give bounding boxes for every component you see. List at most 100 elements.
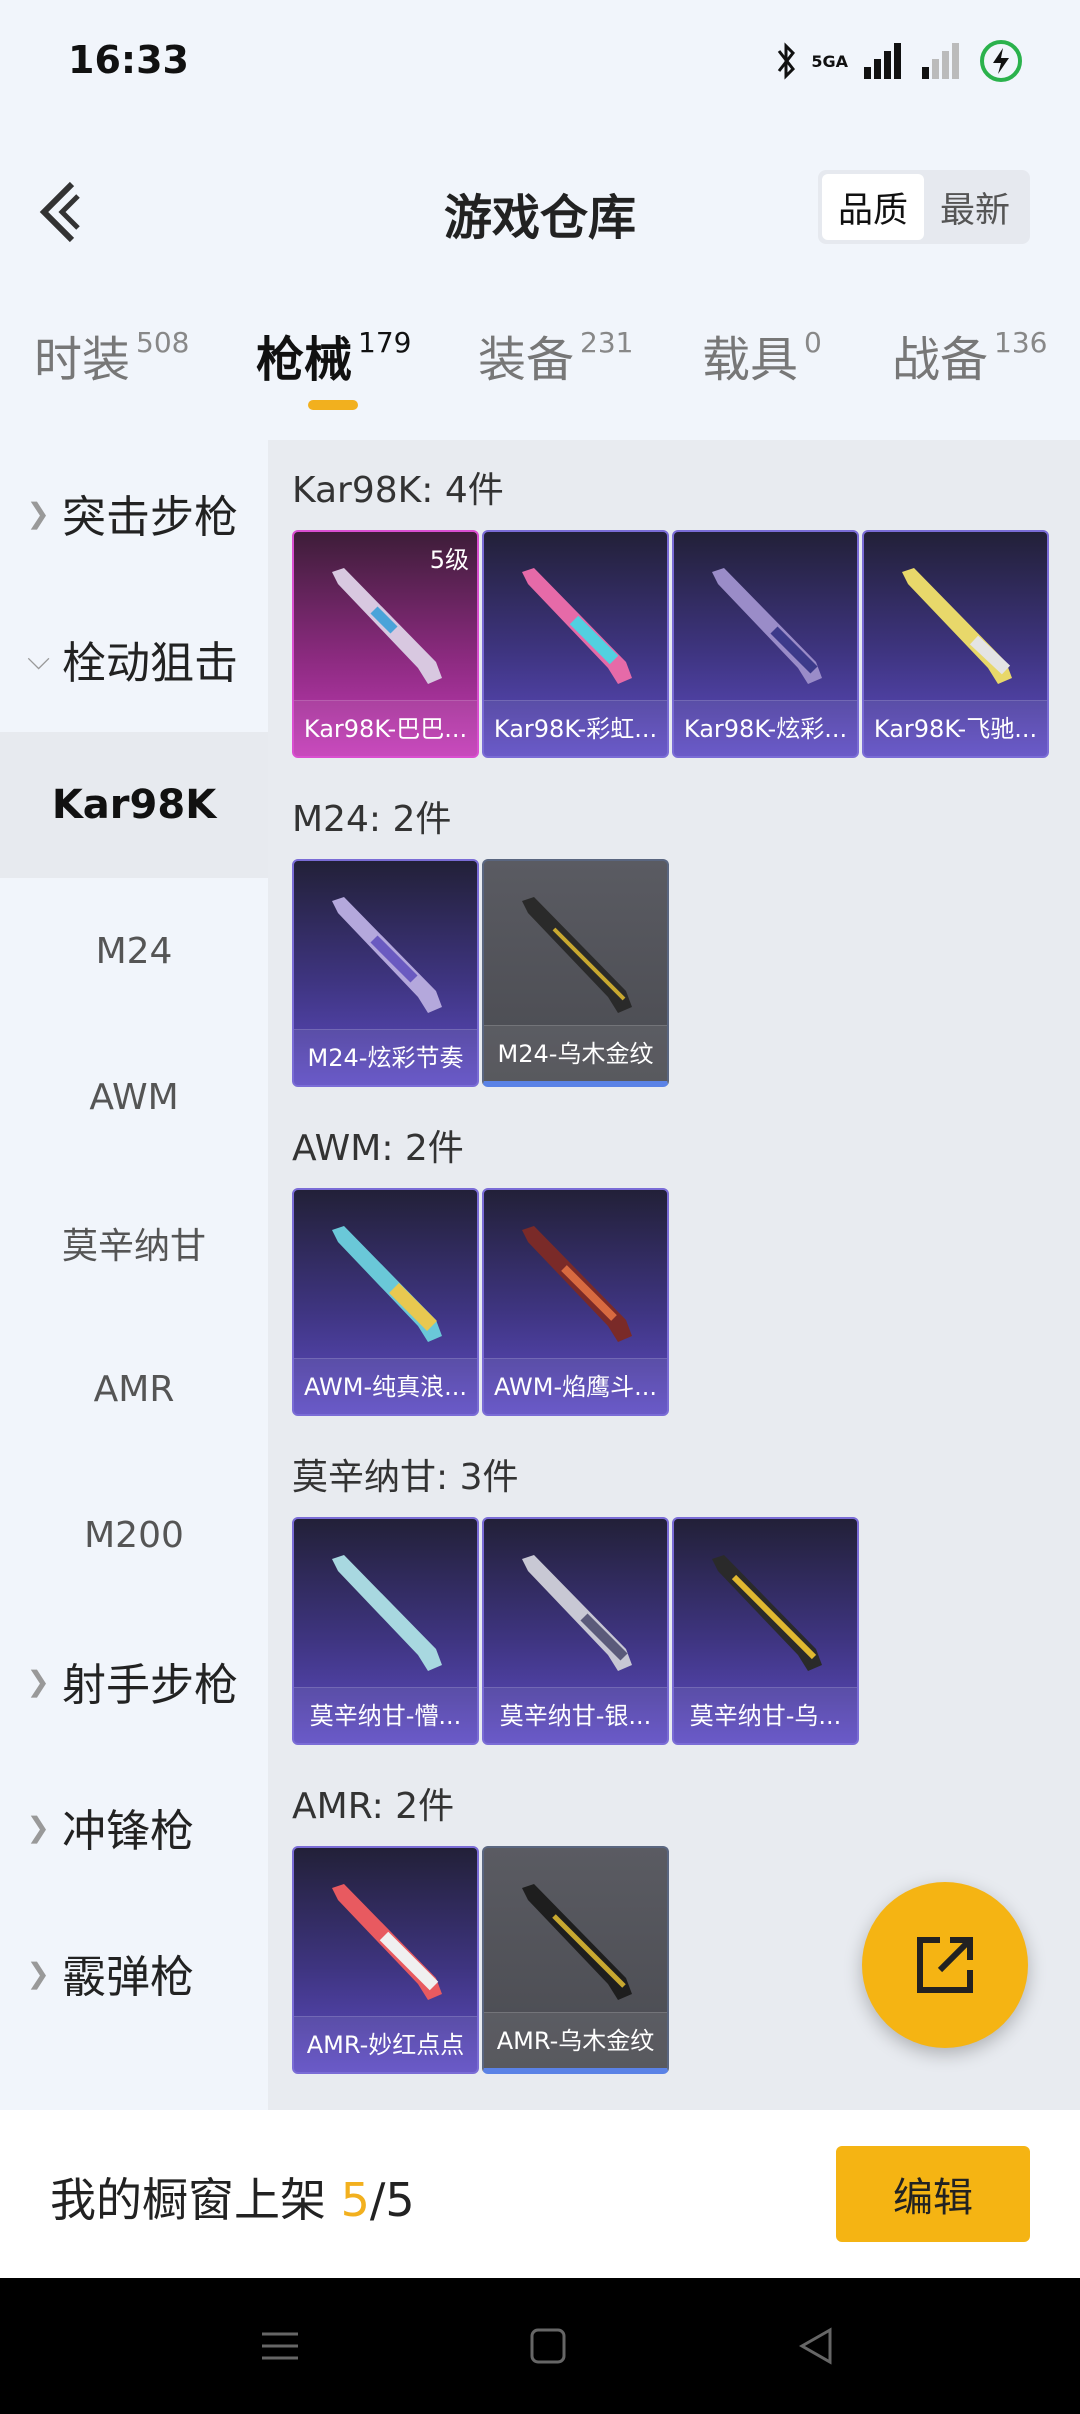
section-title: M24: 2件 (292, 799, 452, 840)
item-card[interactable]: AWM-焰鹰斗... (482, 1188, 669, 1416)
section-title: AWM: 2件 (292, 1128, 464, 1169)
item-card[interactable]: Kar98K-彩虹... (482, 530, 669, 758)
item-name: AWM-纯真浪... (294, 1358, 477, 1414)
external-link-icon (917, 1937, 973, 1993)
sidebar-item-shotgun[interactable]: ❯ 霰弹枪 (0, 1900, 268, 2046)
sidebar-item-awm[interactable]: AWM (0, 1024, 268, 1170)
item-card[interactable]: AWM-纯真浪... (292, 1188, 479, 1416)
tab-supplies[interactable]: 战备 136 (892, 320, 1047, 390)
tab-count: 231 (580, 326, 634, 359)
rifle-icon (522, 897, 632, 1013)
item-card[interactable]: 莫辛纳甘-懵... (292, 1517, 479, 1745)
item-card[interactable]: Kar98K-飞驰... (862, 530, 1049, 758)
item-name: Kar98K-飞驰... (864, 700, 1047, 756)
sidebar-item-label: 栓动狙击 (62, 638, 238, 689)
rifle-icon (522, 568, 632, 684)
rifle-icon (332, 1555, 442, 1671)
sidebar-item-m200[interactable]: M200 (0, 1462, 268, 1608)
sidebar-item-marksman-rifle[interactable]: ❯ 射手步枪 (0, 1608, 268, 1754)
chevron-down-icon: ⌵ (27, 641, 50, 677)
section-awm: AWM: 2件 AWM-纯真浪... AWM-焰鹰斗... (292, 1118, 669, 1416)
menu-icon[interactable] (256, 2322, 304, 2370)
rifle-icon (522, 1226, 632, 1342)
edit-button[interactable]: 编辑 (836, 2146, 1030, 2242)
tab-label: 战备 (892, 332, 989, 388)
item-name: 莫辛纳甘-懵... (294, 1687, 477, 1743)
chevron-right-icon: ❯ (26, 1956, 50, 1990)
item-name: M24-乌木金纹 (484, 1025, 667, 1081)
sidebar-item-mosin[interactable]: 莫辛纳甘 (0, 1170, 268, 1316)
tab-guns[interactable]: 枪械 179 (256, 320, 411, 390)
tab-vehicles[interactable]: 载具 0 (702, 320, 822, 390)
rifle-icon (712, 568, 822, 684)
item-name: Kar98K-炫彩... (674, 700, 857, 756)
section-title: Kar98K: 4件 (292, 470, 504, 511)
item-card[interactable]: M24-乌木金纹 (482, 859, 669, 1087)
tab-count: 136 (994, 326, 1048, 359)
network-type-label: 5GA (811, 51, 848, 71)
section-title: AMR: 2件 (292, 1786, 455, 1827)
section-mosin: 莫辛纳甘: 3件 莫辛纳甘-懵... 莫辛纳甘-银... 莫辛纳甘-乌... (292, 1447, 859, 1745)
item-name: 莫辛纳甘-银... (484, 1687, 667, 1743)
item-card[interactable]: 莫辛纳甘-乌... (672, 1517, 859, 1745)
item-card[interactable]: M24-炫彩节奏 (292, 859, 479, 1087)
share-button[interactable] (862, 1882, 1028, 2048)
sidebar-item-label: 射手步枪 (62, 1660, 238, 1711)
tab-equipment[interactable]: 装备 231 (478, 320, 633, 390)
sidebar-item-bolt-action[interactable]: ⌵ 栓动狙击 (0, 586, 268, 732)
rifle-icon (332, 897, 442, 1013)
item-name: AMR-乌木金纹 (484, 2012, 667, 2068)
sidebar-item-m24[interactable]: M24 (0, 878, 268, 1024)
showcase-label: 我的橱窗上架 5/5 (50, 2164, 415, 2230)
sidebar: ❯ 突击步枪 ⌵ 栓动狙击 Kar98K M24 AWM 莫辛纳甘 AMR M200… (0, 440, 268, 2110)
bluetooth-icon (778, 42, 796, 80)
section-m24: M24: 2件 M24-炫彩节奏 M24-乌木金纹 (292, 789, 669, 1087)
sidebar-item-assault-rifle[interactable]: ❯ 突击步枪 (0, 440, 268, 586)
showcase-total: /5 (369, 2173, 415, 2227)
item-name: Kar98K-巴巴... (294, 700, 477, 756)
section-title: 莫辛纳甘: 3件 (292, 1457, 519, 1498)
item-name: M24-炫彩节奏 (294, 1029, 477, 1085)
sort-quality-button[interactable]: 品质 (822, 174, 924, 240)
header: 游戏仓库 品质 最新 (0, 150, 1080, 270)
tab-label: 时装 (34, 332, 131, 388)
sidebar-item-kar98k[interactable]: Kar98K (0, 732, 268, 878)
back-nav-icon[interactable] (792, 2322, 840, 2370)
rifle-icon (902, 568, 1012, 684)
rifle-icon (332, 1226, 442, 1342)
rifle-icon (522, 1884, 632, 2000)
rifle-icon (522, 1555, 632, 1671)
status-bar: 16:33 5GA (0, 0, 1080, 128)
sidebar-item-smg[interactable]: ❯ 冲锋枪 (0, 1754, 268, 1900)
item-card[interactable]: Kar98K-炫彩... (672, 530, 859, 758)
tab-count: 508 (136, 326, 190, 359)
tab-count: 179 (358, 326, 412, 359)
tab-fashion[interactable]: 时装 508 (34, 320, 189, 390)
level-badge: 5级 (429, 546, 469, 574)
rifle-icon (332, 1884, 442, 2000)
sidebar-item-label: 冲锋枪 (62, 1806, 194, 1857)
tab-label: 枪械 (256, 332, 353, 388)
item-name: 莫辛纳甘-乌... (674, 1687, 857, 1743)
category-tabs: 时装 508 枪械 179 装备 231 载具 0 战备 136 (0, 320, 1080, 430)
sidebar-item-label: 霰弹枪 (62, 1952, 194, 2003)
item-card[interactable]: 5级 Kar98K-巴巴... (292, 530, 479, 758)
item-name: AMR-妙红点点 (294, 2016, 477, 2072)
showcase-text: 我的橱窗上架 (50, 2173, 341, 2227)
battery-charging-icon (980, 40, 1022, 82)
signal-weak-icon (922, 43, 959, 79)
status-time: 16:33 (68, 38, 189, 82)
system-nav-bar (0, 2278, 1080, 2414)
item-name: AWM-焰鹰斗... (484, 1358, 667, 1414)
item-card[interactable]: 莫辛纳甘-银... (482, 1517, 669, 1745)
sort-toggle: 品质 最新 (818, 170, 1030, 244)
home-icon[interactable] (524, 2322, 572, 2370)
item-card[interactable]: AMR-妙红点点 (292, 1846, 479, 2074)
showcase-current: 5 (340, 2173, 370, 2227)
tab-count: 0 (804, 326, 822, 359)
tab-label: 载具 (702, 332, 799, 388)
sort-latest-button[interactable]: 最新 (924, 174, 1026, 240)
showcase-bar: 我的橱窗上架 5/5 编辑 (0, 2110, 1080, 2278)
sidebar-item-amr[interactable]: AMR (0, 1316, 268, 1462)
item-card[interactable]: AMR-乌木金纹 (482, 1846, 669, 2074)
